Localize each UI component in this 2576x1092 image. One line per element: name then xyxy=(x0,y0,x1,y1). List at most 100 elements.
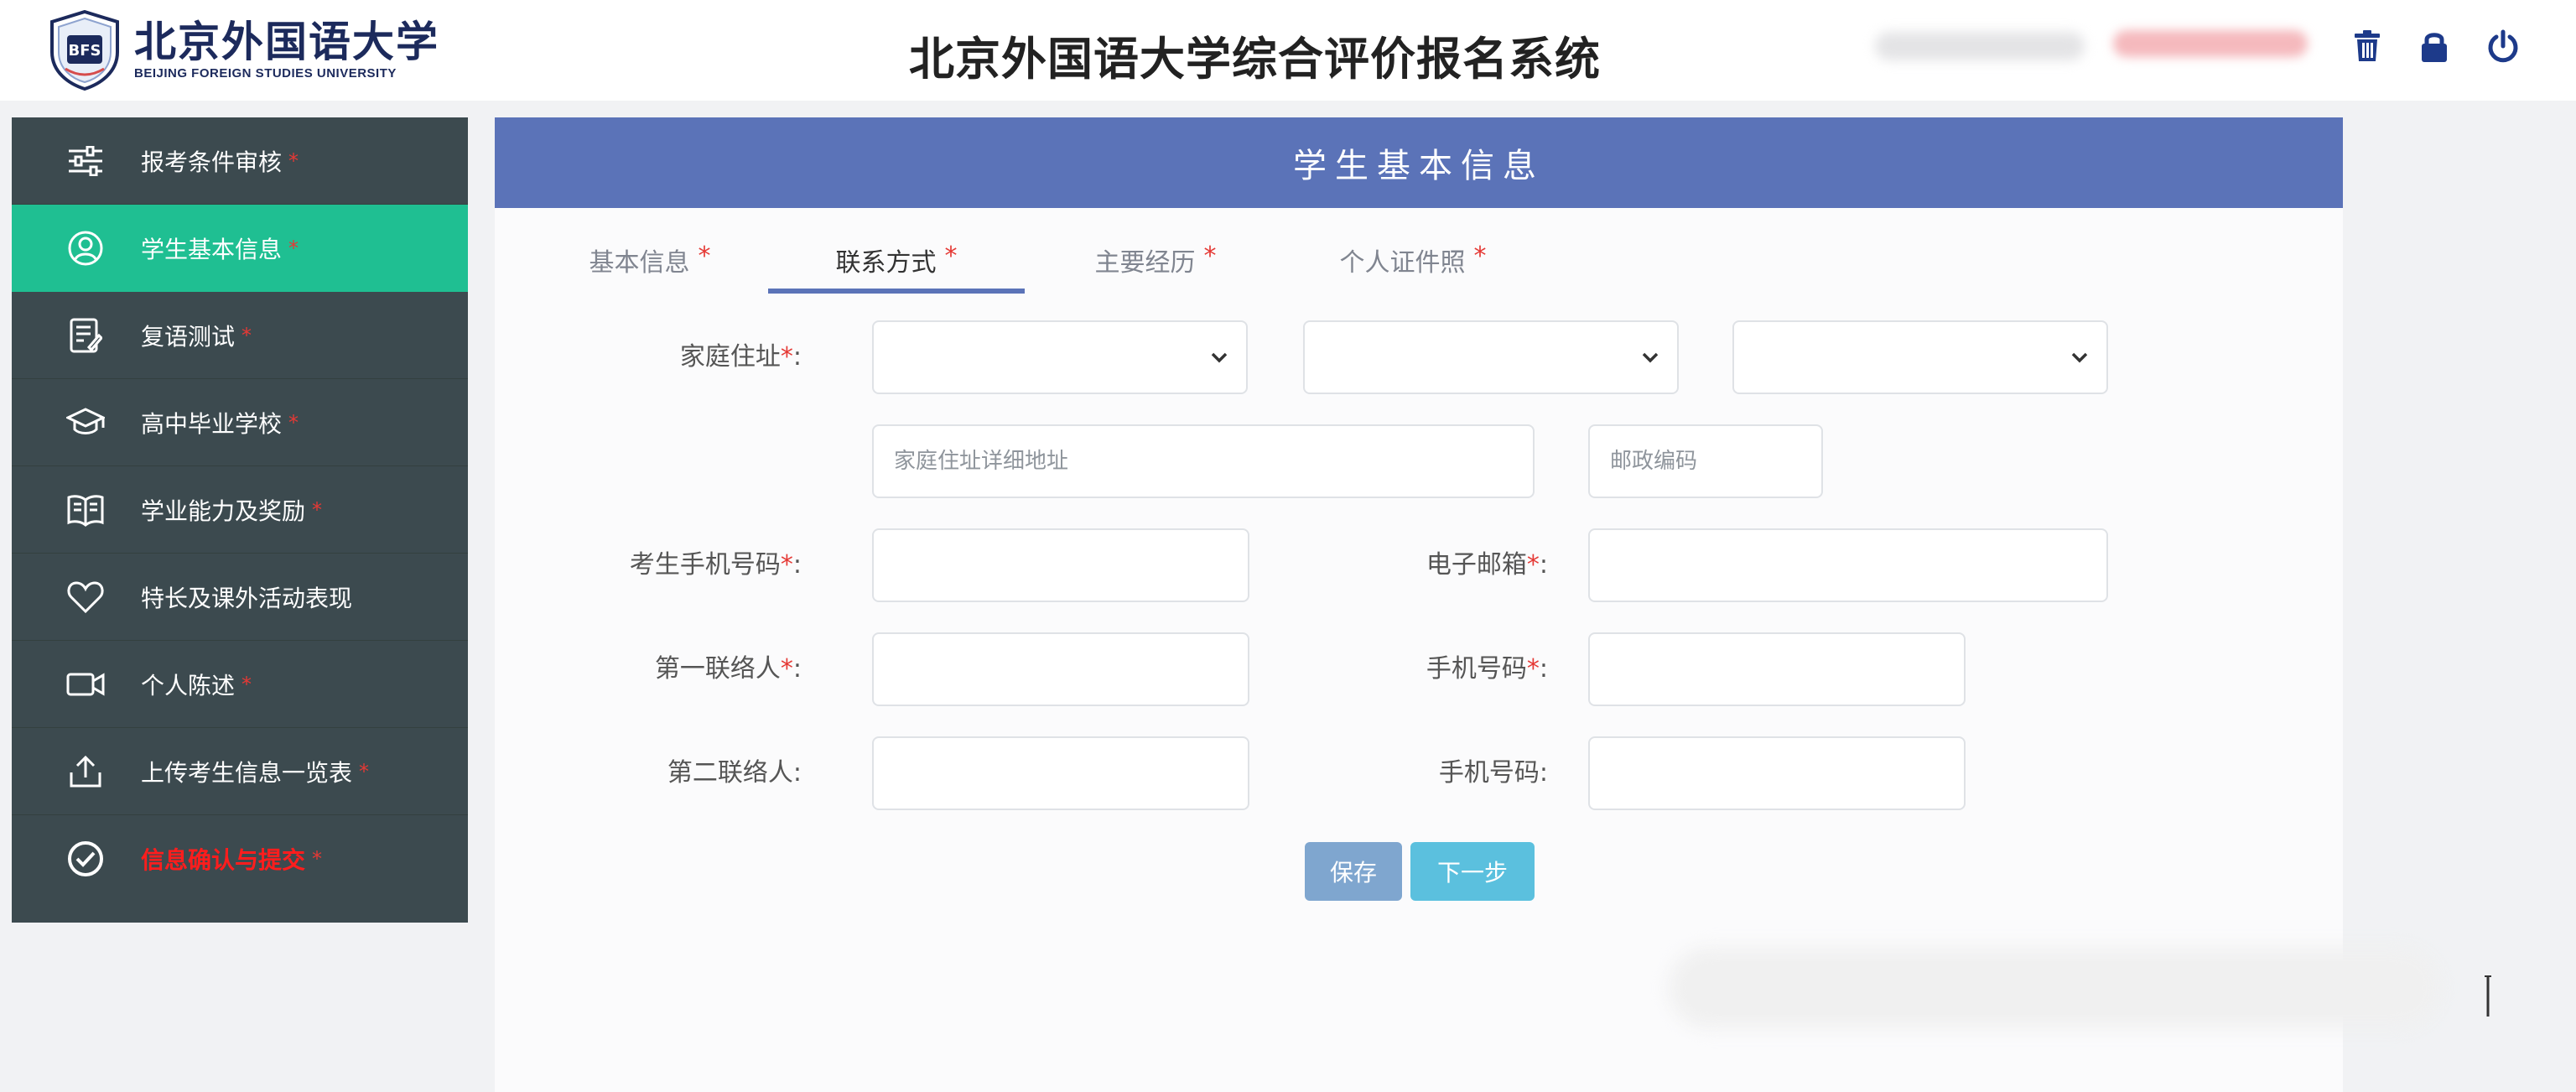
required-star: * xyxy=(780,654,793,684)
trash-icon[interactable] xyxy=(2348,25,2386,67)
tab-basic-info[interactable]: 基本信息 * xyxy=(572,235,728,294)
district-select[interactable] xyxy=(1732,320,2108,394)
label-text: 第二联络人 xyxy=(667,758,793,788)
top-bar: BFS 北京外国语大学 BEIJING FOREIGN STUDIES UNIV… xyxy=(0,0,2576,101)
sliders-icon xyxy=(65,141,106,181)
email-label: 电子邮箱*: xyxy=(1358,543,1548,580)
contact2-phone-label: 手机号码: xyxy=(1358,751,1548,788)
required-star: * xyxy=(1526,654,1540,684)
email-input[interactable] xyxy=(1588,528,2108,602)
sidebar-item-activities[interactable]: 特长及课外活动表现 xyxy=(12,554,468,641)
edit-note-icon xyxy=(65,315,106,356)
required-star: * xyxy=(1473,242,1487,271)
heart-icon xyxy=(65,577,106,617)
sidebar-item-label: 个人陈述 xyxy=(141,671,236,699)
contact1-phone-label: 手机号码*: xyxy=(1358,647,1548,684)
required-star: * xyxy=(312,497,323,522)
blurred-user-info xyxy=(2113,30,2308,57)
tab-main-experience[interactable]: 主要经历 * xyxy=(1077,235,1234,294)
sidebar-item-eligibility-review[interactable]: 报考条件审核 * xyxy=(12,117,468,205)
sidebar-item-label: 高中毕业学校 xyxy=(141,409,283,438)
label-colon: : xyxy=(792,550,802,580)
sidebar-item-label: 学生基本信息 xyxy=(141,235,283,263)
label-text: 考生手机号码 xyxy=(629,550,781,580)
label-text: 第一联络人 xyxy=(654,654,781,684)
mobile-input[interactable] xyxy=(872,528,1249,602)
sidebar-nav: 报考条件审核 * 学生基本信息 * 复语测试 * 高中毕业学校 * 学业能力及奖… xyxy=(12,117,468,923)
tab-contact-info[interactable]: 联系方式 * xyxy=(768,235,1025,294)
label-colon: : xyxy=(1539,654,1548,684)
chevron-down-icon xyxy=(1642,352,1659,363)
sidebar-item-student-info[interactable]: 学生基本信息 * xyxy=(12,205,468,292)
save-button[interactable]: 保存 xyxy=(1305,842,1402,901)
sidebar-item-personal-statement[interactable]: 个人陈述 * xyxy=(12,641,468,728)
contact1-phone-input[interactable] xyxy=(1588,632,1966,706)
logo-chinese-name: 北京外国语大学 xyxy=(134,17,439,66)
required-star: * xyxy=(242,323,252,347)
lock-icon[interactable] xyxy=(2415,25,2454,67)
power-icon[interactable] xyxy=(2484,25,2522,67)
tab-label: 基本信息 xyxy=(589,248,690,278)
chevron-down-icon xyxy=(1211,352,1228,363)
blurred-username xyxy=(1875,32,2085,60)
required-star: * xyxy=(312,847,323,871)
required-star: * xyxy=(288,148,299,173)
tab-label: 联系方式 xyxy=(835,248,937,278)
svg-text:BFS: BFS xyxy=(69,42,101,60)
contact1-input[interactable] xyxy=(872,632,1249,706)
next-step-button[interactable]: 下一步 xyxy=(1410,842,1535,901)
tab-label: 个人证件照 xyxy=(1339,248,1466,278)
tab-label: 主要经历 xyxy=(1094,248,1196,278)
sidebar-item-label: 信息确认与提交 xyxy=(141,846,306,874)
required-star: * xyxy=(698,242,711,271)
chevron-down-icon xyxy=(2071,352,2088,363)
sidebar-item-label: 特长及课外活动表现 xyxy=(141,584,353,612)
label-text: 手机号码 xyxy=(1438,758,1540,788)
sidebar-item-label: 学业能力及奖励 xyxy=(141,497,306,525)
contact2-input[interactable] xyxy=(872,736,1249,810)
sidebar-item-label: 报考条件审核 xyxy=(141,148,283,176)
required-star: * xyxy=(359,759,370,783)
sidebar-item-label: 上传考生信息一览表 xyxy=(141,758,353,787)
required-star: * xyxy=(780,342,793,372)
contact2-phone-input[interactable] xyxy=(1588,736,1966,810)
sidebar-item-language-test[interactable]: 复语测试 * xyxy=(12,292,468,379)
required-star: * xyxy=(944,242,958,271)
required-star: * xyxy=(1203,242,1217,271)
tab-id-photo[interactable]: 个人证件照 * xyxy=(1317,235,1509,294)
label-colon: : xyxy=(1539,758,1548,788)
address-detail-input[interactable] xyxy=(872,424,1535,498)
label-text: 手机号码 xyxy=(1426,654,1527,684)
sidebar-item-high-school[interactable]: 高中毕业学校 * xyxy=(12,379,468,466)
postal-code-input[interactable] xyxy=(1588,424,1823,498)
bfsu-emblem-icon: BFS xyxy=(50,10,119,91)
app-title: 北京外国语大学综合评价报名系统 xyxy=(909,33,1601,86)
logo-english-name: BEIJING FOREIGN STUDIES UNIVERSITY xyxy=(134,66,397,81)
province-select[interactable] xyxy=(872,320,1248,394)
check-circle-icon xyxy=(65,839,106,879)
university-logo[interactable]: BFS 北京外国语大学 BEIJING FOREIGN STUDIES UNIV… xyxy=(49,10,439,91)
sidebar-item-label: 复语测试 xyxy=(141,322,236,351)
text-cursor-icon xyxy=(2485,975,2491,1017)
video-camera-icon xyxy=(65,664,106,705)
city-select[interactable] xyxy=(1303,320,1679,394)
blurred-watermark xyxy=(1669,948,2440,1028)
label-colon: : xyxy=(792,758,802,788)
label-colon: : xyxy=(1539,550,1548,580)
sidebar-item-confirm-submit[interactable]: 信息确认与提交 * xyxy=(12,815,468,902)
contact2-label: 第二联络人: xyxy=(579,751,802,788)
label-colon: : xyxy=(792,654,802,684)
contact1-label: 第一联络人*: xyxy=(579,647,802,684)
label-text: 电子邮箱 xyxy=(1426,550,1527,580)
sidebar-item-upload-info-sheet[interactable]: 上传考生信息一览表 * xyxy=(12,728,468,815)
label-colon: : xyxy=(792,342,802,372)
book-icon xyxy=(65,490,106,530)
graduation-cap-icon xyxy=(65,403,106,443)
mobile-label: 考生手机号码*: xyxy=(579,543,802,580)
user-circle-icon xyxy=(65,228,106,268)
form-tabs: 基本信息 * 联系方式 * 主要经历 * 个人证件照 * xyxy=(495,235,2343,294)
required-star: * xyxy=(242,672,252,696)
required-star: * xyxy=(1526,550,1540,580)
required-star: * xyxy=(780,550,793,580)
sidebar-item-academic-awards[interactable]: 学业能力及奖励 * xyxy=(12,466,468,554)
